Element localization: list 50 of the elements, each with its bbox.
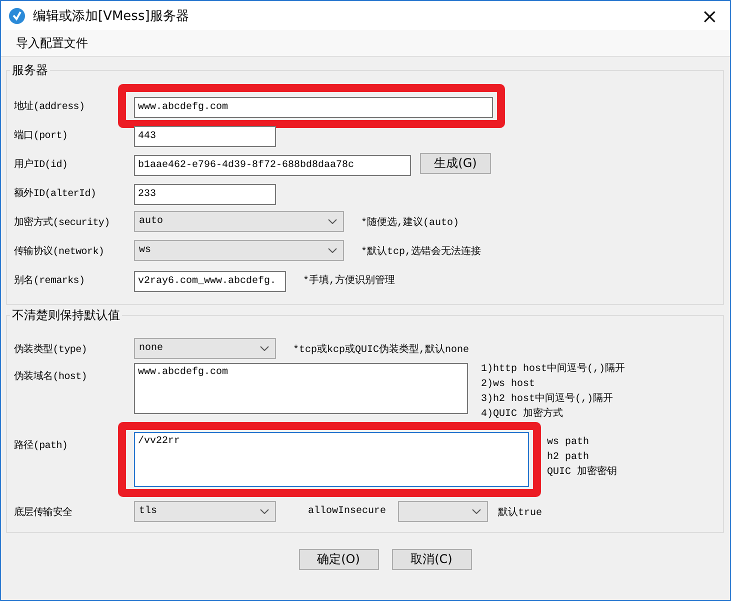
dropdown[interactable]: tls [134, 501, 276, 522]
group-title: 不清楚则保持默认值 [11, 307, 121, 324]
dialog-button[interactable]: 确定(O) [298, 549, 378, 570]
chevron-down-icon [328, 248, 337, 253]
dropdown[interactable]: auto [134, 211, 344, 232]
text-field[interactable]: v2ray6.com_www.abcdefg. [134, 270, 286, 292]
chevron-down-icon [260, 346, 269, 351]
field-label: 别名(remarks) [14, 274, 86, 286]
field-label: 加密方式(security) [14, 216, 111, 228]
hint-text: QUIC 加密密钥 [547, 466, 618, 480]
field-label: 伪装域名(host) [14, 370, 88, 383]
field-label: allowInsecure [308, 506, 386, 517]
field-label: 用户ID(id) [14, 158, 69, 170]
hint-text: 1)http host中间逗号(,)隔开 [481, 363, 626, 377]
dropdown[interactable] [398, 501, 488, 522]
text-area[interactable]: www.abcdefg.com [134, 363, 468, 414]
field-label: 传输协议(network) [14, 244, 106, 258]
field-label: 伪装类型(type) [14, 342, 88, 356]
hint-text: *tcp或kcp或QUIC伪装类型,默认none [293, 342, 470, 356]
text-field[interactable]: www.abcdefg.com [134, 96, 493, 118]
field-label: 路径(path) [14, 439, 69, 452]
field-label: 底层传输安全 [14, 506, 74, 518]
hint-text: 2)ws host [481, 378, 536, 392]
text-field[interactable]: 443 [134, 126, 276, 146]
hint-text: *默认tcp,选错会无法连接 [361, 244, 482, 258]
dropdown[interactable]: ws [134, 240, 344, 261]
dialog-button[interactable]: 取消(C) [392, 549, 472, 570]
window-title: 编辑或添加[VMess]服务器 [33, 8, 190, 24]
chevron-down-icon [260, 509, 269, 514]
text-field[interactable]: b1aae462-e796-4d39-8f72-688bd8daa78c [134, 154, 411, 176]
text-area[interactable]: /vv22rr [134, 432, 529, 487]
hint-text: *随便选,建议(auto) [361, 216, 460, 228]
field-label: 地址(address) [14, 100, 86, 112]
hint-text: 4)QUIC 加密方式 [481, 408, 564, 422]
app-logo-icon [9, 8, 25, 24]
close-button[interactable]: × [697, 6, 722, 26]
group-title: 服务器 [11, 62, 49, 79]
hint-text: ws path [547, 436, 590, 450]
hint-text: 默认true [498, 506, 542, 518]
hint-text: 3)h2 host中间逗号(,)隔开 [481, 393, 614, 407]
menu-item[interactable]: 导入配置文件 [10, 32, 94, 54]
dropdown[interactable]: none [134, 338, 276, 359]
hint-text: *手填,方便识别管理 [303, 274, 396, 286]
hint-text: h2 path [547, 451, 590, 465]
text-field[interactable]: 233 [134, 184, 276, 204]
chevron-down-icon [328, 219, 337, 224]
chevron-down-icon [472, 509, 482, 514]
generate-button[interactable]: 生成(G) [420, 153, 491, 174]
field-label: 端口(port) [14, 128, 69, 142]
field-label: 额外ID(alterId) [14, 186, 98, 200]
